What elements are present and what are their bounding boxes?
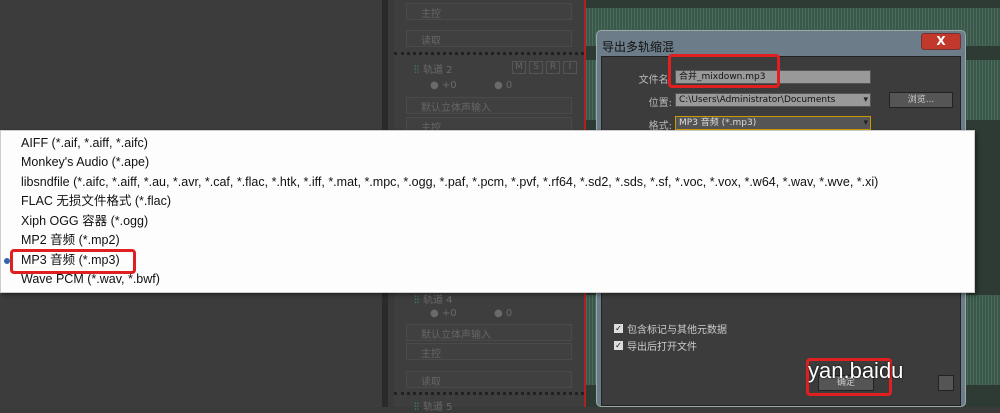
location-label: 位置: xyxy=(648,98,672,109)
pan-value: 0 xyxy=(505,80,513,91)
record-button[interactable]: R xyxy=(546,61,560,74)
filename-label: 文件名: xyxy=(638,75,672,86)
checkbox-label: 导出后打开文件 xyxy=(627,342,697,353)
volume-value: +0 xyxy=(441,80,457,91)
solo-button[interactable]: S xyxy=(529,61,543,74)
dialog-title: 导出多轨缩混 xyxy=(602,40,675,54)
check-icon: ✓ xyxy=(614,341,623,350)
browse-button[interactable]: 浏览... xyxy=(889,92,953,108)
close-button[interactable]: X xyxy=(921,33,961,50)
cancel-button[interactable] xyxy=(938,375,954,391)
highlight-box xyxy=(10,249,136,274)
output-master[interactable]: 主控 xyxy=(406,3,572,20)
check-icon: ✓ xyxy=(614,324,623,333)
open-after-export-checkbox[interactable]: ✓ 导出后打开文件 xyxy=(614,338,697,353)
divider xyxy=(394,52,584,55)
input-button[interactable]: I xyxy=(563,61,577,74)
format-option[interactable]: AIFF (*.aif, *.aiff, *.aifc) xyxy=(21,134,148,153)
format-dropdown[interactable]: MP3 音频 (*.mp3) xyxy=(675,116,871,130)
track-4-input[interactable]: 默认立体声输入 xyxy=(406,324,572,341)
volume-value: +0 xyxy=(441,308,457,319)
location-dropdown[interactable]: C:\Users\Administrator\Documents xyxy=(675,93,871,107)
format-dropdown-list: AIFF (*.aif, *.aiff, *.aifc) Monkey's Au… xyxy=(0,130,975,293)
track-2-buttons: MSRI xyxy=(512,61,577,74)
pan-knob[interactable]: ● 0 xyxy=(494,80,512,91)
format-option[interactable]: FLAC 无损文件格式 (*.flac) xyxy=(21,192,171,211)
watermark: yan.baidu xyxy=(808,358,904,383)
track-4-name[interactable]: ⫶⫶ 轨道 4 xyxy=(414,291,453,306)
divider xyxy=(394,392,584,395)
format-option[interactable]: Monkey's Audio (*.ape) xyxy=(21,153,149,172)
format-option[interactable]: MP2 音频 (*.mp2) xyxy=(21,231,120,250)
track-name: 轨道 5 xyxy=(423,402,453,413)
waveform-icon: ⫶⫶ xyxy=(414,402,419,413)
track-name: 轨道 4 xyxy=(423,295,453,306)
volume-knob[interactable]: ● +0 xyxy=(430,80,457,91)
highlight-box xyxy=(668,54,780,88)
checkbox-label: 包含标记与其他元数据 xyxy=(627,325,727,336)
track-5-name[interactable]: ⫶⫶ 轨道 5 xyxy=(414,398,453,413)
mute-button[interactable]: M xyxy=(512,61,526,74)
format-option[interactable]: Xiph OGG 容器 (*.ogg) xyxy=(21,212,148,231)
waveform-icon: ⫶⫶ xyxy=(414,65,419,76)
track-4-output[interactable]: 主控 xyxy=(406,343,572,360)
volume-knob[interactable]: ● +0 xyxy=(430,308,457,319)
include-markers-checkbox[interactable]: ✓ 包含标记与其他元数据 xyxy=(614,321,727,336)
automation-read[interactable]: 读取 xyxy=(406,30,572,47)
track-2-name[interactable]: ⫶⫶ 轨道 2 xyxy=(414,61,453,76)
waveform-icon: ⫶⫶ xyxy=(414,295,419,306)
track-4-read[interactable]: 读取 xyxy=(406,371,572,388)
pan-value: 0 xyxy=(505,308,513,319)
track-name: 轨道 2 xyxy=(423,65,453,76)
format-option[interactable]: libsndfile (*.aifc, *.aiff, *.au, *.avr,… xyxy=(21,173,878,192)
pan-knob[interactable]: ● 0 xyxy=(494,308,512,319)
track-2-input[interactable]: 默认立体声输入 xyxy=(406,97,572,114)
